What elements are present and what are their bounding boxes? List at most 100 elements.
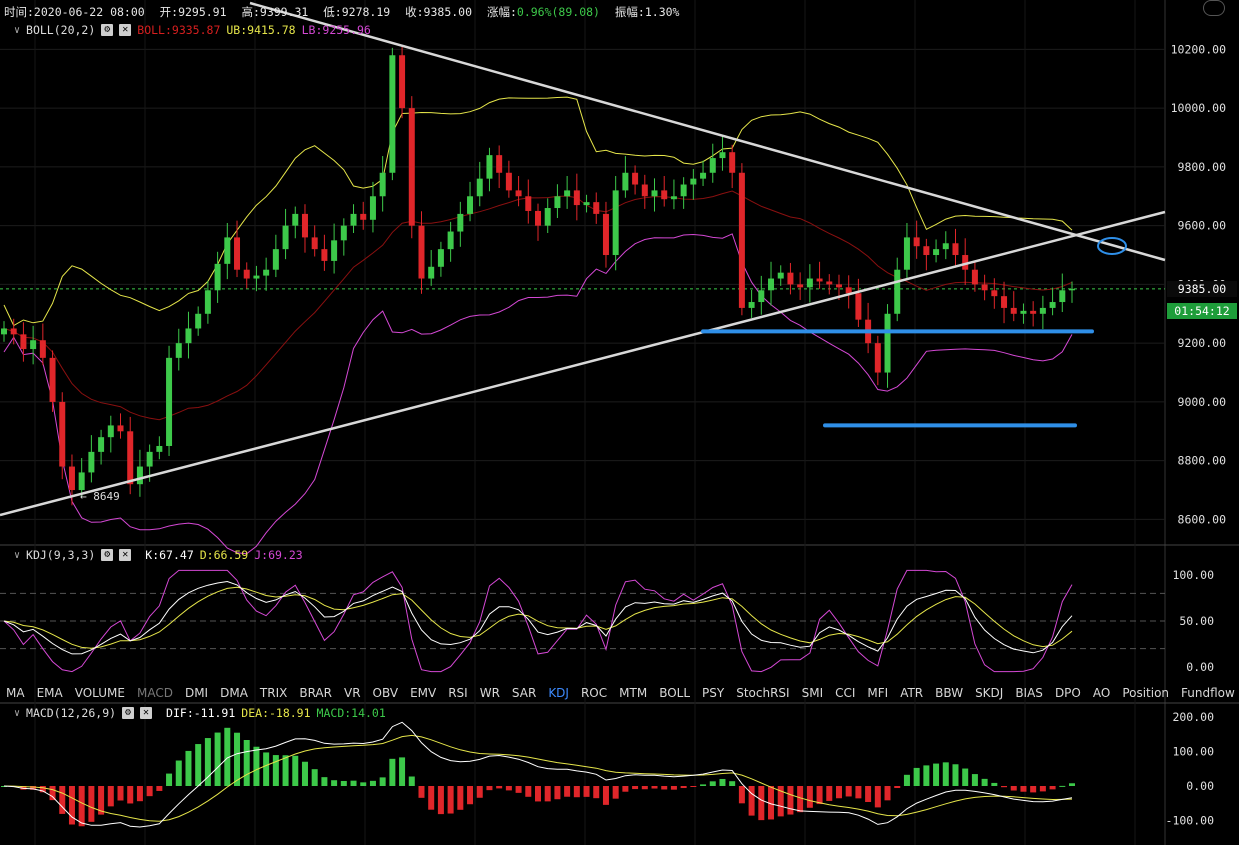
tab-smi[interactable]: SMI	[796, 686, 830, 700]
tab-stochrsi[interactable]: StochRSI	[730, 686, 795, 700]
tab-atr[interactable]: ATR	[894, 686, 929, 700]
close-icon[interactable]: ✕	[140, 707, 153, 719]
tab-skdj[interactable]: SKDJ	[969, 686, 1009, 700]
candle-body	[467, 196, 474, 214]
tab-cci[interactable]: CCI	[829, 686, 861, 700]
macd-histogram-bar	[253, 746, 260, 786]
price-tick-label: 9200.00	[1178, 336, 1227, 350]
window-toggle-button[interactable]	[1203, 0, 1225, 16]
tab-sar[interactable]: SAR	[506, 686, 542, 700]
close-icon[interactable]: ✕	[119, 24, 132, 36]
tab-macd[interactable]: MACD	[131, 686, 179, 700]
candle-body	[136, 466, 143, 485]
macd-histogram-bar	[515, 786, 522, 793]
price-tick-label: 8800.00	[1178, 454, 1227, 468]
tab-roc[interactable]: ROC	[575, 686, 613, 700]
macd-histogram-bar	[632, 786, 639, 790]
tab-bias[interactable]: BIAS	[1009, 686, 1049, 700]
macd-histogram-bar	[670, 786, 677, 790]
chevron-down-icon[interactable]: ∨	[14, 708, 20, 719]
macd-histogram-bar	[816, 786, 823, 805]
macd-histogram-bar	[369, 780, 376, 786]
candle-body	[991, 290, 998, 297]
tab-volume[interactable]: VOLUME	[69, 686, 131, 700]
macd-histogram-bar	[573, 786, 580, 798]
time-label: 时间:2020-06-22 08:00	[4, 5, 145, 19]
candle-body	[719, 152, 726, 159]
candle-body	[204, 290, 211, 314]
candle-body	[593, 202, 600, 214]
macd-histogram-bar	[389, 758, 396, 786]
chevron-down-icon[interactable]: ∨	[14, 25, 20, 36]
macd-dif-value: DIF:-11.91	[166, 706, 236, 720]
amplitude-label: 振幅:1.30%	[614, 5, 680, 19]
ohlc-bar: 时间:2020-06-22 08:00 开:9295.91 高:9399.31 …	[4, 4, 687, 20]
candle-body	[263, 269, 270, 276]
tab-obv[interactable]: OBV	[367, 686, 405, 700]
tab-bbw[interactable]: BBW	[929, 686, 969, 700]
tab-trix[interactable]: TRIX	[254, 686, 293, 700]
candle-body	[525, 196, 532, 211]
macd-histogram-bar	[175, 760, 182, 786]
candle-body	[933, 249, 940, 256]
tab-mfi[interactable]: MFI	[861, 686, 894, 700]
macd-histogram-bar	[1039, 786, 1046, 792]
kdj-k-value: K:67.47	[145, 548, 194, 562]
close-label: 收:9385.00	[405, 5, 473, 19]
tab-ma[interactable]: MA	[0, 686, 31, 700]
tab-brar[interactable]: BRAR	[293, 686, 338, 700]
candle-body	[826, 281, 833, 285]
candle-body	[1010, 307, 1017, 314]
tab-vr[interactable]: VR	[338, 686, 367, 700]
candle-body	[146, 451, 153, 467]
tab-rsi[interactable]: RSI	[442, 686, 474, 700]
candle-body	[399, 55, 406, 109]
candle-body	[59, 401, 66, 467]
macd-histogram-bar	[680, 786, 687, 789]
tab-mtm[interactable]: MTM	[613, 686, 653, 700]
macd-histogram-bar	[1069, 783, 1075, 786]
tab-emv[interactable]: EMV	[404, 686, 442, 700]
candle-body	[418, 225, 425, 279]
macd-histogram-bar	[738, 786, 745, 804]
kdj-tick-label: 0.00	[1186, 660, 1214, 674]
candle-body	[379, 172, 386, 197]
candle-body	[272, 249, 279, 270]
macd-histogram-bar	[185, 750, 192, 786]
tab-ema[interactable]: EMA	[31, 686, 69, 700]
tab-ao[interactable]: AO	[1087, 686, 1116, 700]
candle-body	[350, 213, 357, 226]
macd-histogram-bar	[457, 786, 464, 810]
tab-kdj[interactable]: KDJ	[542, 686, 575, 700]
macd-histogram-bar	[136, 786, 143, 802]
macd-histogram-bar	[602, 786, 609, 805]
candle-body	[806, 278, 813, 288]
candle-body	[612, 190, 619, 256]
macd-histogram-bar	[437, 786, 444, 815]
tab-wr[interactable]: WR	[474, 686, 506, 700]
macd-histogram-bar	[1010, 786, 1017, 791]
candle-body	[787, 272, 794, 285]
tab-boll[interactable]: BOLL	[653, 686, 696, 700]
macd-histogram-bar	[612, 786, 619, 799]
gear-icon[interactable]: ⚙	[101, 24, 114, 36]
close-icon[interactable]: ✕	[119, 549, 132, 561]
candle-body	[535, 210, 541, 226]
macd-histogram-bar	[835, 786, 842, 799]
candle-body	[709, 158, 716, 173]
candle-body	[20, 334, 27, 350]
tab-position[interactable]: Position	[1116, 686, 1175, 700]
candle-body	[321, 249, 328, 261]
candle-body	[505, 172, 512, 191]
macd-histogram-bar	[797, 786, 804, 813]
gear-icon[interactable]: ⚙	[101, 549, 114, 561]
tab-dmi[interactable]: DMI	[179, 686, 214, 700]
gear-icon[interactable]: ⚙	[122, 707, 135, 719]
tab-psy[interactable]: PSY	[696, 686, 730, 700]
macd-histogram-bar	[263, 752, 270, 786]
tab-dma[interactable]: DMA	[214, 686, 254, 700]
candle-body	[768, 278, 775, 291]
tab-dpo[interactable]: DPO	[1049, 686, 1087, 700]
chevron-down-icon[interactable]: ∨	[14, 550, 20, 561]
tab-fundflow[interactable]: Fundflow	[1175, 686, 1239, 700]
